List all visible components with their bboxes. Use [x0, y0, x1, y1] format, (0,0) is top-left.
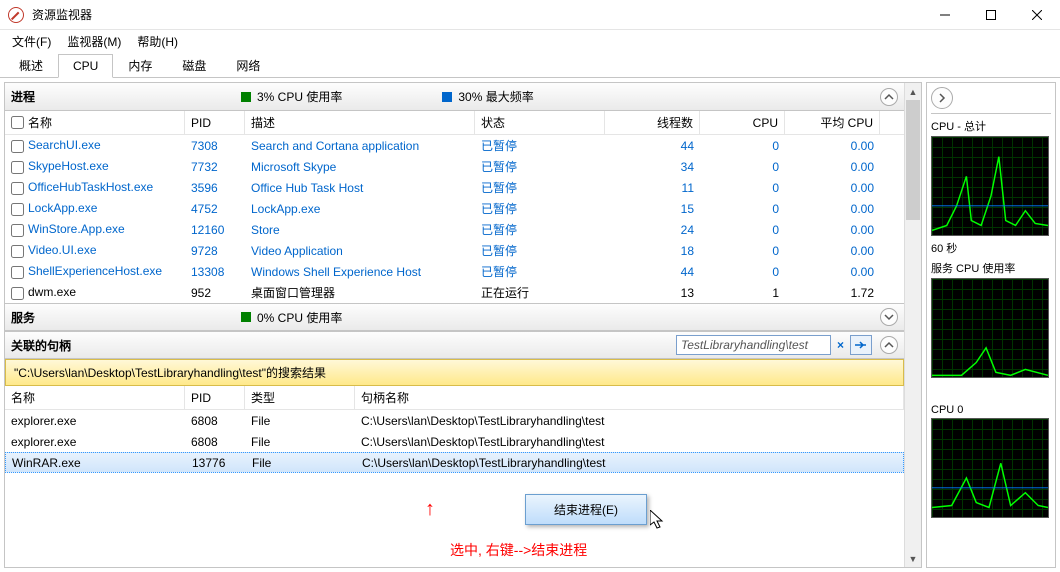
select-all-checkbox[interactable] [11, 116, 24, 129]
hcol-pid[interactable]: PID [185, 386, 245, 409]
services-cpu-label: 0% CPU 使用率 [257, 309, 342, 326]
processes-header[interactable]: 进程 3% CPU 使用率 30% 最大频率 [5, 83, 904, 111]
services-cpu-swatch [241, 312, 251, 322]
side-panel: CPU - 总计 60 秒 服务 CPU 使用率 CPU 0 [926, 82, 1056, 568]
collapse-handles-icon[interactable] [880, 336, 898, 354]
process-checkbox[interactable] [11, 266, 24, 279]
main-scrollbar[interactable]: ▲ ▼ [904, 83, 921, 567]
services-title: 服务 [11, 309, 241, 326]
process-row[interactable]: SkypeHost.exe7732Microsoft Skype已暂停3400.… [5, 156, 904, 177]
search-button[interactable] [850, 335, 872, 355]
titlebar: 资源监视器 [0, 0, 1060, 30]
minimize-button[interactable] [922, 0, 968, 30]
tab-overview[interactable]: 概述 [4, 52, 58, 78]
menu-monitor[interactable]: 监视器(M) [59, 31, 129, 52]
graph-cpu-total-label: CPU - 总计 [931, 118, 1051, 134]
process-checkbox[interactable] [11, 203, 24, 216]
max-freq-label: 30% 最大频率 [458, 88, 533, 105]
graph-60sec-label: 60 秒 [931, 240, 1051, 256]
collapse-processes-icon[interactable] [880, 88, 898, 106]
menu-help[interactable]: 帮助(H) [129, 31, 186, 52]
scroll-up-icon[interactable]: ▲ [905, 83, 921, 100]
expand-services-icon[interactable] [880, 308, 898, 326]
handles-title: 关联的句柄 [11, 337, 676, 354]
col-name[interactable]: 名称 [5, 111, 185, 134]
handle-search: × [676, 335, 872, 355]
cpu-usage-label: 3% CPU 使用率 [257, 88, 342, 105]
close-button[interactable] [1014, 0, 1060, 30]
side-nav-right-icon[interactable] [931, 87, 953, 109]
scroll-thumb[interactable] [906, 100, 920, 220]
process-checkbox[interactable] [11, 161, 24, 174]
graph-service-cpu-label: 服务 CPU 使用率 [931, 260, 1051, 276]
process-checkbox[interactable] [11, 224, 24, 237]
handles-columns: 名称 PID 类型 句柄名称 [5, 386, 904, 410]
handles-body: explorer.exe6808FileC:\Users\lan\Desktop… [5, 410, 904, 473]
handle-search-input[interactable] [676, 335, 831, 355]
handle-row[interactable]: WinRAR.exe13776FileC:\Users\lan\Desktop\… [5, 452, 904, 473]
hcol-type[interactable]: 类型 [245, 386, 355, 409]
menubar: 文件(F) 监视器(M) 帮助(H) [0, 30, 1060, 52]
app-icon [8, 7, 24, 23]
tab-disk[interactable]: 磁盘 [167, 52, 221, 78]
context-end-process[interactable]: 结束进程(E) [554, 501, 618, 518]
cursor-icon [650, 510, 668, 533]
services-header[interactable]: 服务 0% CPU 使用率 [5, 303, 904, 331]
annotation-text: 选中, 右键-->结束进程 [450, 540, 587, 560]
cpu-usage-swatch [241, 92, 251, 102]
scroll-down-icon[interactable]: ▼ [905, 550, 921, 567]
process-row[interactable]: dwm.exe952桌面窗口管理器正在运行1311.72 [5, 282, 904, 303]
search-results-bar: "C:\Users\lan\Desktop\TestLibraryhandlin… [5, 359, 904, 386]
hcol-name[interactable]: 名称 [5, 386, 185, 409]
context-menu: 结束进程(E) [525, 494, 647, 525]
col-avg[interactable]: 平均 CPU [785, 111, 880, 134]
process-row[interactable]: OfficeHubTaskHost.exe3596Office Hub Task… [5, 177, 904, 198]
col-cpu[interactable]: CPU [700, 111, 785, 134]
col-pid[interactable]: PID [185, 111, 245, 134]
graph-cpu-total [931, 136, 1049, 236]
tab-memory[interactable]: 内存 [113, 52, 167, 78]
process-row[interactable]: LockApp.exe4752LockApp.exe已暂停1500.00 [5, 198, 904, 219]
col-desc[interactable]: 描述 [245, 111, 475, 134]
hcol-handle[interactable]: 句柄名称 [355, 386, 904, 409]
handles-header[interactable]: 关联的句柄 × [5, 331, 904, 359]
process-row[interactable]: Video.UI.exe9728Video Application已暂停1800… [5, 240, 904, 261]
process-row[interactable]: ShellExperienceHost.exe13308Windows Shel… [5, 261, 904, 282]
process-checkbox[interactable] [11, 287, 24, 300]
handle-row[interactable]: explorer.exe6808FileC:\Users\lan\Desktop… [5, 431, 904, 452]
max-freq-swatch [442, 92, 452, 102]
handle-row[interactable]: explorer.exe6808FileC:\Users\lan\Desktop… [5, 410, 904, 431]
window-title: 资源监视器 [32, 6, 922, 23]
graph-service-cpu [931, 278, 1049, 378]
process-checkbox[interactable] [11, 140, 24, 153]
graph-cpu0-label: CPU 0 [931, 404, 1051, 416]
tabs: 概述 CPU 内存 磁盘 网络 [0, 52, 1060, 78]
main-panel: 进程 3% CPU 使用率 30% 最大频率 名称 PID 描述 状态 线程数 … [4, 82, 922, 568]
tab-network[interactable]: 网络 [221, 52, 275, 78]
col-threads[interactable]: 线程数 [605, 111, 700, 134]
process-row[interactable]: SearchUI.exe7308Search and Cortana appli… [5, 135, 904, 156]
col-status[interactable]: 状态 [475, 111, 605, 134]
processes-body: SearchUI.exe7308Search and Cortana appli… [5, 135, 904, 303]
annotation-arrow: ↑ [425, 498, 435, 521]
process-row[interactable]: WinStore.App.exe12160Store已暂停2400.00 [5, 219, 904, 240]
clear-search-icon[interactable]: × [833, 338, 848, 352]
processes-title: 进程 [11, 88, 241, 105]
process-checkbox[interactable] [11, 245, 24, 258]
graph-cpu0 [931, 418, 1049, 518]
processes-columns: 名称 PID 描述 状态 线程数 CPU 平均 CPU [5, 111, 904, 135]
process-checkbox[interactable] [11, 182, 24, 195]
maximize-button[interactable] [968, 0, 1014, 30]
tab-cpu[interactable]: CPU [58, 54, 113, 78]
menu-file[interactable]: 文件(F) [4, 31, 59, 52]
